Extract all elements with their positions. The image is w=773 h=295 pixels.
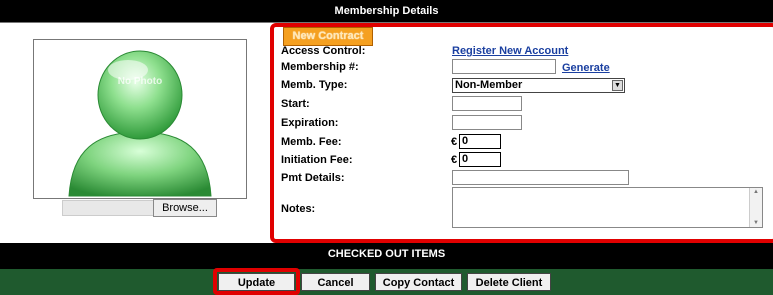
cancel-button[interactable]: Cancel [301,273,370,291]
initiation-fee-input[interactable]: 0 [459,152,501,167]
copy-contact-button[interactable]: Copy Contact [375,273,462,291]
memb-type-select[interactable]: Non-Member ▼ [452,78,625,93]
register-new-account-link[interactable]: Register New Account [452,45,568,57]
chevron-down-icon[interactable]: ▼ [612,80,623,91]
generate-link[interactable]: Generate [562,62,610,74]
update-button[interactable]: Update [218,273,295,291]
memb-type-value: Non-Member [455,79,523,91]
membership-details-header: Membership Details [0,0,773,23]
membership-number-input[interactable] [452,59,556,74]
notes-label: Notes: [281,203,316,215]
scroll-down-icon[interactable]: ▼ [753,220,759,226]
memb-type-label: Memb. Type: [281,79,348,91]
memb-fee-currency: € [451,136,458,148]
browse-button[interactable]: Browse... [153,199,217,217]
scroll-up-icon[interactable]: ▲ [753,189,759,195]
membership-number-label: Membership #: [281,61,359,73]
file-path-input[interactable] [62,200,154,216]
initiation-fee-label: Initiation Fee: [281,154,353,166]
start-date-input[interactable] [452,96,522,111]
pmt-details-label: Pmt Details: [281,172,345,184]
checked-out-items-header: CHECKED OUT ITEMS [0,243,773,269]
initiation-fee-currency: € [451,154,458,166]
access-control-label: Access Control: [281,45,366,57]
memb-fee-input[interactable]: 0 [459,134,501,149]
new-contract-button[interactable]: New Contract [283,27,373,46]
no-photo-text: No Photo [118,76,162,87]
delete-client-button[interactable]: Delete Client [467,273,551,291]
expiration-date-input[interactable] [452,115,522,130]
notes-textarea[interactable]: ▲ ▼ [452,187,763,228]
notes-scrollbar[interactable]: ▲ ▼ [749,188,762,227]
user-silhouette-icon: No Photo [68,50,212,197]
photo-frame: No Photo [33,39,247,199]
pmt-details-input[interactable] [452,170,629,185]
start-label: Start: [281,98,310,110]
expiration-label: Expiration: [281,117,339,129]
memb-fee-label: Memb. Fee: [281,136,342,148]
